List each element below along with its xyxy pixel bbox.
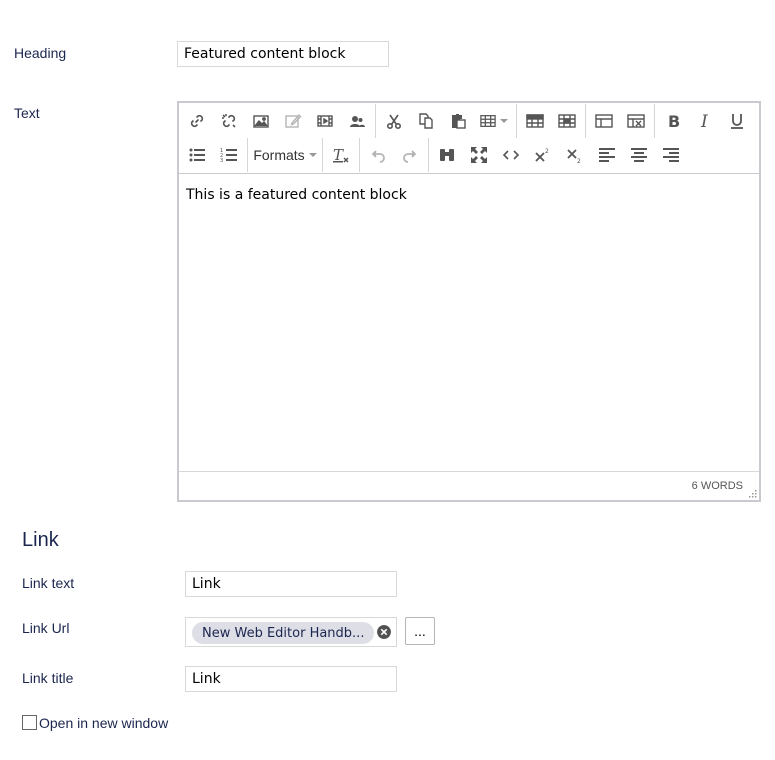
link-title-label: Link title — [22, 670, 74, 686]
chevron-down-icon — [500, 119, 508, 123]
link-title-value: Link — [192, 671, 221, 687]
link-url-value: New Web Editor Handb... — [202, 625, 365, 641]
edit-image-icon[interactable] — [277, 106, 309, 136]
word-count: 6 WORDS — [691, 480, 743, 492]
insert-media-icon[interactable] — [309, 106, 341, 136]
row-insert-after-icon[interactable] — [551, 106, 583, 136]
svg-text:2: 2 — [577, 158, 581, 164]
row-insert-before-icon[interactable] — [519, 106, 551, 136]
insert-link-icon[interactable] — [181, 106, 213, 136]
bold-icon[interactable]: B — [657, 106, 689, 136]
heading-input-value: Featured content block — [184, 46, 346, 62]
open-new-window-checkbox[interactable] — [22, 715, 37, 730]
chevron-down-icon — [308, 153, 317, 157]
link-text-label: Link text — [22, 575, 75, 591]
align-left-icon[interactable] — [591, 140, 623, 170]
svg-text:3: 3 — [220, 158, 223, 164]
editor-statusbar: 6 WORDS — [179, 471, 759, 500]
source-code-icon[interactable] — [495, 140, 527, 170]
redo-icon[interactable] — [394, 140, 426, 170]
superscript-icon[interactable]: 2 — [527, 140, 559, 170]
align-right-icon[interactable] — [655, 140, 687, 170]
link-url-field: New Web Editor Handb... — [185, 617, 397, 647]
svg-text:I: I — [700, 112, 708, 130]
link-url-label: Link Url — [22, 620, 70, 636]
clear-formatting-icon[interactable]: T — [325, 140, 357, 170]
text-label: Text — [14, 105, 40, 121]
link-section-title: Link — [22, 529, 59, 551]
link-title-input[interactable]: Link — [185, 666, 397, 692]
open-new-window-label[interactable]: Open in new window — [39, 715, 168, 731]
copy-icon[interactable] — [410, 106, 442, 136]
subscript-icon[interactable]: 2 — [559, 140, 591, 170]
resize-handle-icon[interactable] — [749, 490, 757, 498]
heading-input[interactable]: Featured content block — [177, 41, 389, 67]
delete-table-icon[interactable] — [620, 106, 652, 136]
insert-member-icon[interactable] — [341, 106, 373, 136]
italic-icon[interactable]: I — [689, 106, 721, 136]
svg-text:B: B — [668, 112, 680, 130]
svg-text:2: 2 — [545, 148, 549, 155]
table-props-icon[interactable] — [588, 106, 620, 136]
unlink-icon[interactable] — [213, 106, 245, 136]
link-picker-button[interactable]: ... — [405, 617, 435, 645]
editor-toolbar: B I 123 Formats T 2 2 — [179, 103, 759, 174]
svg-text:T: T — [333, 146, 344, 164]
paste-icon[interactable] — [442, 106, 474, 136]
formats-label: Formats — [253, 147, 305, 163]
cut-icon[interactable] — [378, 106, 410, 136]
table-icon[interactable] — [474, 106, 514, 136]
remove-icon[interactable] — [377, 625, 391, 639]
link-url-chip[interactable]: New Web Editor Handb... — [192, 622, 375, 644]
underline-icon[interactable] — [721, 106, 753, 136]
heading-label: Heading — [14, 45, 67, 61]
formats-dropdown[interactable]: Formats — [250, 140, 320, 170]
editor-content[interactable]: This is a featured content block — [186, 187, 407, 203]
insert-image-icon[interactable] — [245, 106, 277, 136]
fullscreen-icon[interactable] — [463, 140, 495, 170]
rich-text-editor[interactable]: B I 123 Formats T 2 2 This is a featured… — [177, 101, 761, 502]
bullet-list-icon[interactable] — [181, 140, 213, 170]
undo-icon[interactable] — [362, 140, 394, 170]
find-replace-icon[interactable] — [431, 140, 463, 170]
align-center-icon[interactable] — [623, 140, 655, 170]
link-text-input[interactable]: Link — [185, 571, 397, 597]
link-picker-label: ... — [414, 623, 426, 639]
link-text-value: Link — [192, 576, 221, 592]
numbered-list-icon[interactable]: 123 — [213, 140, 245, 170]
